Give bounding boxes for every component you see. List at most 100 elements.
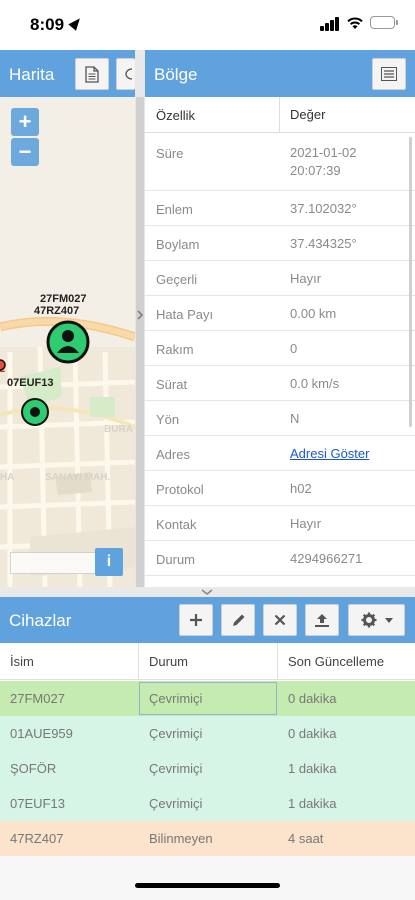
property-key: Rakım bbox=[156, 342, 194, 357]
region-title: Bölge bbox=[154, 65, 198, 84]
column-header-name[interactable]: İsim bbox=[10, 654, 34, 669]
device-last-update: 0 dakika bbox=[288, 726, 337, 741]
property-key: Adres bbox=[156, 447, 190, 462]
device-last-update: 0 dakika bbox=[288, 691, 337, 706]
properties-header: Özellik Değer bbox=[145, 97, 415, 133]
close-icon bbox=[274, 614, 286, 626]
device-name: 01AUE959 bbox=[10, 726, 73, 741]
property-key: Boylam bbox=[156, 237, 200, 252]
wifi-icon bbox=[347, 17, 363, 29]
horizontal-splitter[interactable] bbox=[0, 587, 415, 597]
info-button[interactable]: i bbox=[95, 548, 123, 576]
home-indicator[interactable] bbox=[135, 883, 280, 888]
add-device-button[interactable] bbox=[179, 604, 213, 636]
device-status: Çevrimiçi bbox=[149, 761, 203, 776]
table-row[interactable]: ŞOFÖR Çevrimiçi 1 dakika bbox=[0, 751, 415, 786]
chat-icon bbox=[125, 68, 132, 80]
vertical-splitter[interactable] bbox=[135, 97, 145, 587]
property-key: Hata Payı bbox=[156, 307, 214, 322]
upload-icon bbox=[315, 613, 329, 627]
map-view[interactable]: + − 27FM027 47RZ407 E 07EUF13 BURA SANAY… bbox=[0, 97, 135, 587]
street-label: SANAYI MAH. bbox=[45, 472, 111, 483]
columns-button[interactable] bbox=[372, 58, 406, 90]
property-value: 4294966271 bbox=[290, 551, 363, 566]
property-value: 2021-01-02 20:07:39 bbox=[290, 145, 357, 178]
value-column-header[interactable]: Değer bbox=[290, 106, 325, 124]
device-status: Çevrimiçi bbox=[149, 796, 203, 811]
caret-down-icon bbox=[384, 617, 393, 623]
property-key: Protokol bbox=[156, 482, 204, 497]
chat-button[interactable] bbox=[116, 58, 135, 90]
property-value: N bbox=[290, 411, 300, 426]
remove-device-button[interactable] bbox=[263, 604, 297, 636]
report-button[interactable] bbox=[75, 58, 109, 90]
device-name: 27FM027 bbox=[10, 691, 65, 706]
property-key: Enlem bbox=[156, 202, 193, 217]
battery-icon bbox=[370, 16, 395, 29]
property-value: 0.00 km bbox=[290, 306, 337, 321]
property-value: 37.102032° bbox=[290, 201, 357, 216]
status-bar: 8:09 bbox=[0, 0, 415, 50]
show-address-link[interactable]: Adresi Göster bbox=[290, 445, 369, 463]
location-arrow-icon bbox=[68, 15, 84, 31]
column-header-last-update[interactable]: Son Güncelleme bbox=[288, 654, 384, 669]
table-row[interactable]: 47RZ407 Bilinmeyen 4 saat bbox=[0, 821, 415, 856]
region-properties: Özellik Değer Süre 2021-01-02 20:07:39 E… bbox=[145, 97, 415, 587]
device-name: 07EUF13 bbox=[10, 796, 65, 811]
devices-title: Cihazlar bbox=[9, 611, 72, 630]
property-key: Süre bbox=[156, 146, 184, 161]
table-row[interactable]: 27FM027 Çevrimiçi 0 dakika bbox=[0, 681, 415, 716]
zoom-out-button[interactable]: − bbox=[11, 138, 39, 166]
device-status: Çevrimiçi bbox=[149, 726, 203, 741]
device-last-update: 4 saat bbox=[288, 831, 324, 846]
scale-bar bbox=[10, 552, 96, 574]
column-divider bbox=[277, 643, 278, 680]
property-row: Protokol h02 bbox=[145, 471, 415, 506]
map-title: Harita bbox=[9, 65, 55, 84]
region-header: Bölge bbox=[145, 50, 415, 97]
device-name: 47RZ407 bbox=[10, 831, 64, 846]
property-key: Durum bbox=[156, 552, 196, 567]
property-key: Sürat bbox=[156, 377, 188, 392]
settings-menu-button[interactable] bbox=[348, 604, 405, 636]
properties-scrollbar[interactable] bbox=[409, 137, 412, 427]
vehicle-label: 47RZ407 bbox=[34, 305, 80, 317]
property-row: Kontak Hayır bbox=[145, 506, 415, 541]
property-key: Kontak bbox=[156, 517, 197, 532]
column-divider bbox=[279, 97, 280, 133]
property-key: Yön bbox=[156, 412, 180, 427]
zoom-in-button[interactable]: + bbox=[11, 108, 39, 136]
collapse-down-icon[interactable] bbox=[201, 589, 213, 595]
status-time: 8:09 bbox=[30, 15, 65, 34]
device-status: Çevrimiçi bbox=[149, 691, 203, 706]
column-header-status[interactable]: Durum bbox=[149, 654, 188, 669]
property-row: Geçerli Hayır bbox=[145, 261, 415, 296]
device-status: Bilinmeyen bbox=[149, 831, 213, 846]
property-row: Adres Adresi Göster bbox=[145, 436, 415, 471]
battery-tip bbox=[396, 20, 398, 25]
send-command-button[interactable] bbox=[305, 604, 339, 636]
property-value: Hayır bbox=[290, 516, 322, 531]
splitter-thumb[interactable] bbox=[136, 97, 144, 587]
property-value: Hayır bbox=[290, 271, 322, 286]
edit-device-button[interactable] bbox=[221, 604, 255, 636]
offline-marker-icon[interactable] bbox=[0, 359, 6, 371]
table-row[interactable]: 07EUF13 Çevrimiçi 1 dakika bbox=[0, 786, 415, 821]
property-row: Boylam 37.434325° bbox=[145, 226, 415, 261]
vehicle-label: 07EUF13 bbox=[7, 377, 54, 389]
device-name: ŞOFÖR bbox=[10, 761, 57, 776]
property-row: Durum 4294966271 bbox=[145, 541, 415, 576]
property-row: Rakım 0 bbox=[145, 331, 415, 366]
driver-marker-icon[interactable] bbox=[45, 319, 91, 365]
street-label: BURA bbox=[104, 424, 133, 435]
property-value: 0.0 km/s bbox=[290, 376, 340, 391]
property-row: Yön N bbox=[145, 401, 415, 436]
collapse-right-icon[interactable] bbox=[136, 310, 144, 320]
table-row[interactable]: 01AUE959 Çevrimiçi 0 dakika bbox=[0, 716, 415, 751]
vehicle-marker-icon[interactable] bbox=[20, 397, 50, 427]
property-value: 0 bbox=[290, 341, 298, 356]
device-last-update: 1 dakika bbox=[288, 761, 337, 776]
property-column-header[interactable]: Özellik bbox=[156, 108, 195, 123]
plus-icon bbox=[190, 614, 202, 626]
cellular-signal-icon bbox=[320, 17, 340, 31]
